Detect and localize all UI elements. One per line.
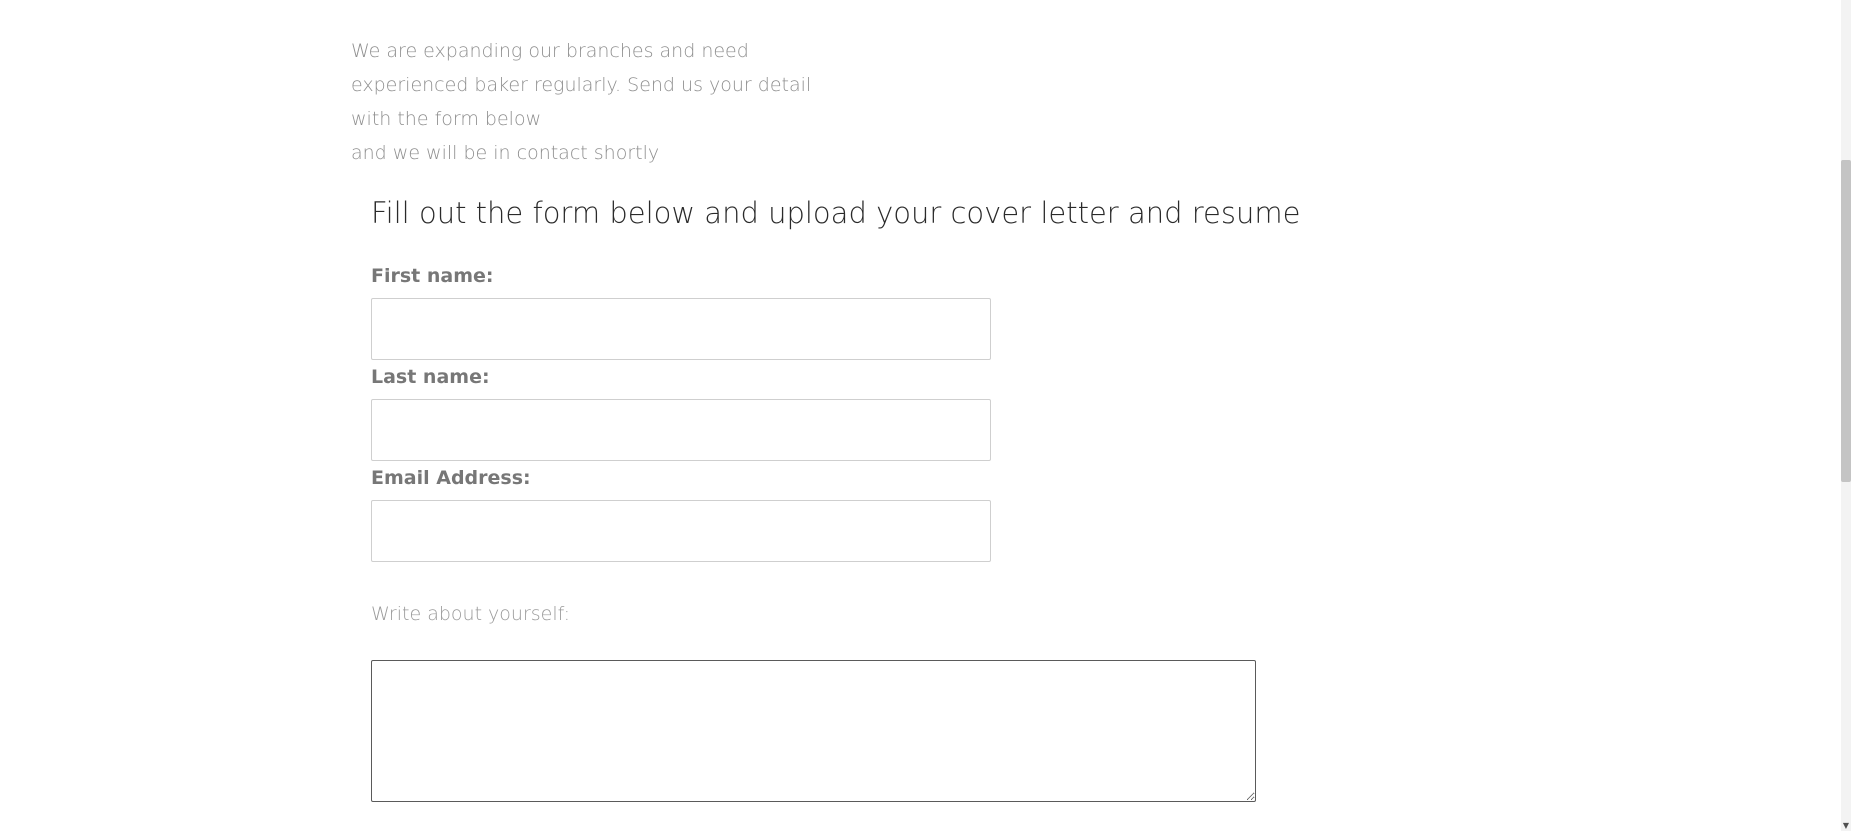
page-scrollbar[interactable]: ▼ [1841, 0, 1851, 831]
first-name-input[interactable] [371, 298, 991, 360]
page: We are expanding our branches and need e… [0, 0, 1851, 831]
email-input[interactable] [371, 500, 991, 562]
chevron-down-icon[interactable]: ▼ [1842, 821, 1850, 831]
intro-line: We are expanding our branches and need [351, 40, 749, 62]
last-name-label: Last name: [371, 366, 490, 388]
intro-line: experienced baker regularly. Send us you… [351, 74, 812, 96]
last-name-input[interactable] [371, 399, 991, 461]
about-textarea[interactable] [371, 660, 1256, 802]
intro-text: We are expanding our branches and need e… [351, 34, 871, 170]
intro-line: and we will be in contact shortly [351, 142, 660, 164]
first-name-label: First name: [371, 265, 494, 287]
about-label: Write about yourself: [371, 603, 571, 625]
email-label: Email Address: [371, 467, 531, 489]
intro-line: with the form below [351, 108, 542, 130]
scrollbar-thumb[interactable] [1841, 160, 1851, 482]
form-heading: Fill out the form below and upload your … [371, 196, 1301, 230]
